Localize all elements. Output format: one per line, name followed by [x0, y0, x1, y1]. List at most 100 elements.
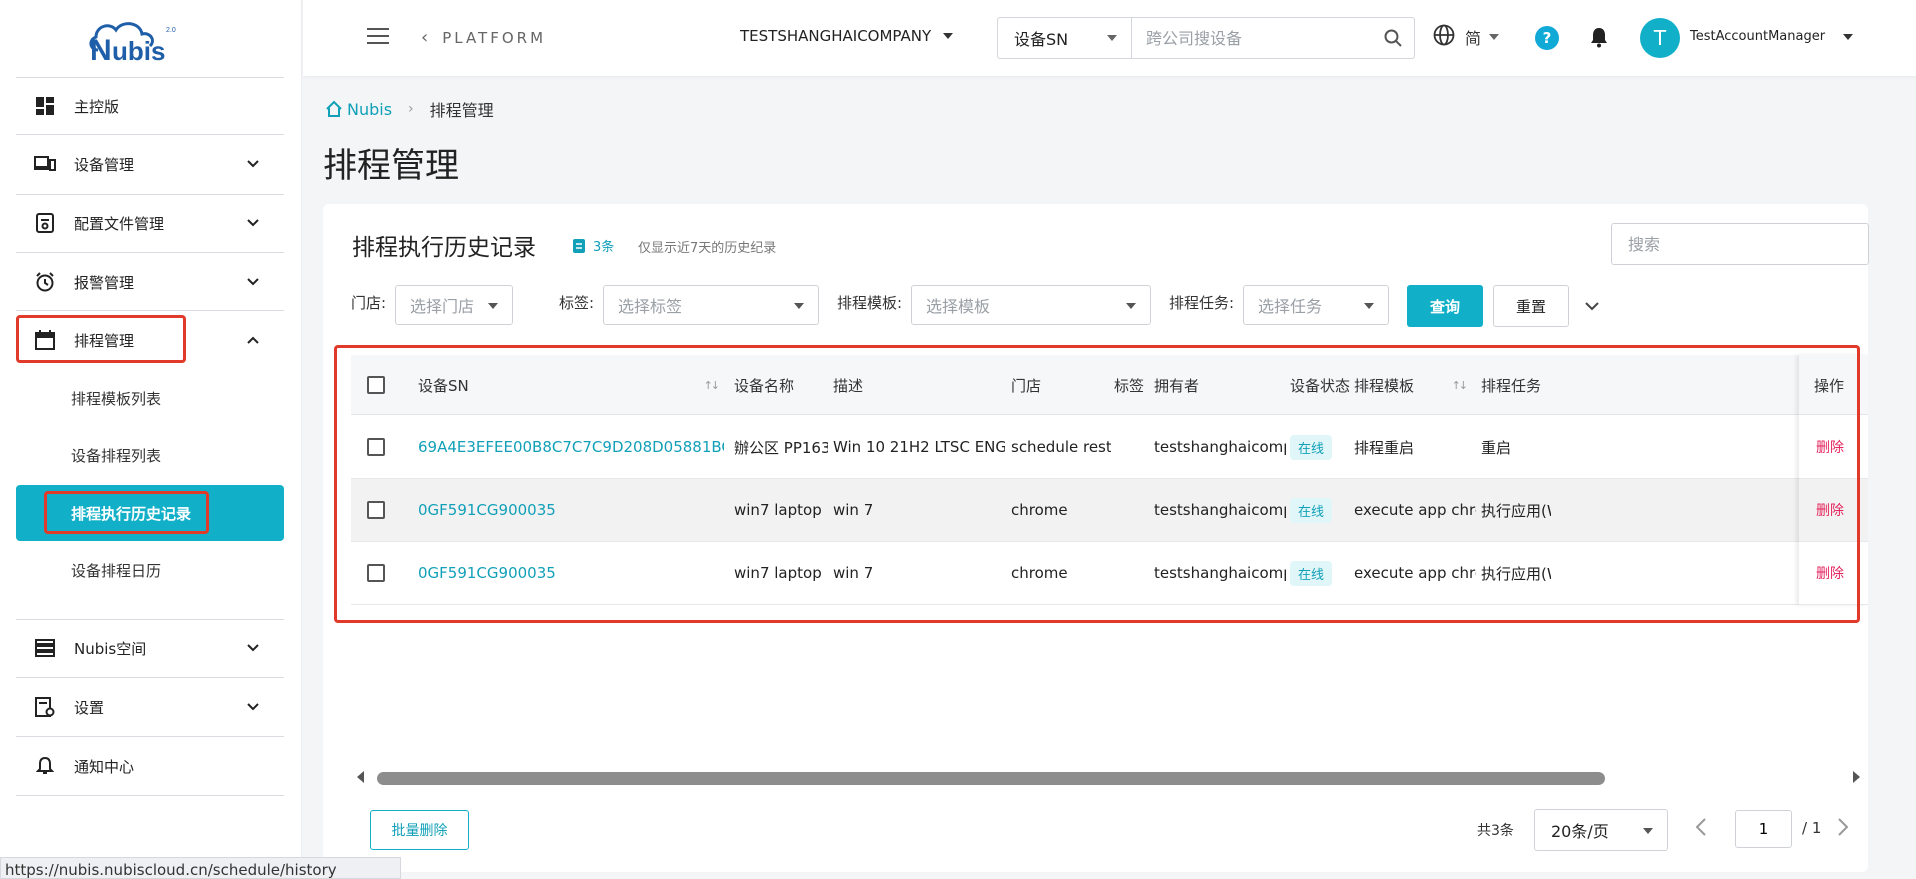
- company-selector[interactable]: TESTSHANGHAICOMPANY: [740, 27, 954, 45]
- platform-back-link[interactable]: ‹ PLATFORM: [421, 27, 546, 48]
- scroll-right-icon[interactable]: [1852, 770, 1862, 788]
- status-bar-url: https://nubis.nubiscloud.cn/schedule/his…: [0, 857, 401, 879]
- nav-divider: [16, 134, 284, 135]
- row-checkbox[interactable]: [367, 501, 385, 519]
- cell-desc: win 7: [833, 501, 874, 519]
- row-select-cell: [367, 416, 385, 478]
- sidebar-item-label: Nubis空间: [74, 639, 147, 658]
- cell-sn[interactable]: 0GF591CG900035: [418, 479, 724, 541]
- device-search-input[interactable]: [1132, 18, 1372, 58]
- sidebar: N ubis 2.0 主控版 设备管理 配置文件管理 报警管理 排程管理 排程模…: [0, 0, 302, 879]
- bell-icon[interactable]: [1589, 26, 1609, 52]
- search-type-select[interactable]: 设备SN: [998, 18, 1132, 58]
- table-search-input[interactable]: [1611, 223, 1869, 265]
- caret-down-icon: [1107, 35, 1117, 41]
- store-filter-placeholder: 选择门店: [410, 297, 475, 316]
- calendar-icon: [34, 329, 56, 351]
- row-checkbox[interactable]: [367, 564, 385, 582]
- next-page-icon[interactable]: [1838, 818, 1849, 840]
- menu-toggle-icon[interactable]: [367, 28, 389, 46]
- template-filter-select[interactable]: 选择模板: [911, 285, 1151, 325]
- sidebar-item-alarms[interactable]: 报警管理: [16, 254, 284, 310]
- sort-icon[interactable]: ↑↓: [1452, 379, 1469, 392]
- prev-page-icon[interactable]: [1695, 818, 1706, 840]
- task-filter-label: 排程任务:: [1169, 294, 1235, 312]
- sidebar-item-dashboard[interactable]: 主控版: [16, 78, 284, 134]
- select-all-checkbox[interactable]: [367, 376, 385, 394]
- chevron-down-icon: [246, 700, 260, 714]
- cell-task: 执行应用(Wir: [1481, 564, 1551, 583]
- select-all-cell: [367, 355, 385, 415]
- cell-status: 在线: [1290, 542, 1333, 604]
- sidebar-item-notifications[interactable]: 通知中心: [16, 738, 284, 794]
- reset-button[interactable]: 重置: [1493, 285, 1569, 327]
- card-title: 排程执行历史记录: [352, 235, 536, 261]
- cell-task: 执行应用(Wir: [1481, 501, 1551, 520]
- cell-status: 在线: [1290, 416, 1333, 478]
- expand-filters-icon[interactable]: [1585, 299, 1599, 315]
- tag-filter-select[interactable]: 选择标签: [603, 285, 819, 325]
- cell-owner: testshanghaicompany: [1154, 564, 1286, 582]
- chevron-down-icon: [246, 216, 260, 230]
- column-header-tag: 标签: [1114, 376, 1145, 395]
- scrollbar-thumb[interactable]: [377, 772, 1605, 785]
- status-badge: 在线: [1290, 434, 1333, 460]
- page-size-select[interactable]: 20条/页: [1534, 809, 1668, 851]
- sidebar-subitem-device-schedule-list[interactable]: 设备排程列表: [16, 427, 284, 483]
- nav-divider: [16, 736, 284, 737]
- sidebar-item-settings[interactable]: 设置: [16, 679, 284, 735]
- delete-link[interactable]: 删除: [1816, 416, 1844, 478]
- store-filter-select[interactable]: 选择门店: [395, 285, 513, 325]
- settings-doc-icon: [34, 696, 56, 718]
- breadcrumb-home[interactable]: Nubis: [325, 100, 392, 119]
- page-title: 排程管理: [323, 146, 459, 186]
- sidebar-subitem-execution-history[interactable]: 排程执行历史记录: [16, 485, 284, 541]
- search-icon[interactable]: [1372, 18, 1414, 58]
- sidebar-item-schedule[interactable]: 排程管理: [16, 312, 284, 368]
- chevron-down-icon: [246, 275, 260, 289]
- language-value: 简: [1465, 29, 1482, 48]
- caret-down-icon: [943, 33, 954, 39]
- page-number-input[interactable]: [1735, 810, 1792, 848]
- breadcrumb: Nubis › 排程管理: [325, 97, 494, 121]
- chevron-left-icon: ‹: [421, 27, 429, 48]
- sort-icon[interactable]: ↑↓: [704, 379, 721, 392]
- cell-tag: [1114, 416, 1150, 478]
- store-filter-label: 门店:: [351, 294, 387, 312]
- help-icon[interactable]: ?: [1535, 26, 1559, 50]
- cell-sn[interactable]: 69A4E3EFEE00B8C7C7C9D208D05881BC945B2BC8: [418, 416, 724, 478]
- table-row[interactable]: 69A4E3EFEE00B8C7C7C9D208D05881BC945B2BC8…: [351, 416, 1868, 479]
- scroll-left-icon[interactable]: [355, 770, 365, 788]
- sidebar-item-devices[interactable]: 设备管理: [16, 136, 284, 192]
- nubis-logo[interactable]: N ubis 2.0: [84, 14, 204, 67]
- sidebar-item-config-files[interactable]: 配置文件管理: [16, 195, 284, 251]
- avatar[interactable]: T: [1640, 18, 1680, 58]
- table-row[interactable]: 0GF591CG900035 win7 laptop win 7 chrome …: [351, 479, 1868, 542]
- cell-sn[interactable]: 0GF591CG900035: [418, 542, 724, 604]
- row-select-cell: [367, 479, 385, 541]
- table-row[interactable]: 0GF591CG900035 win7 laptop win 7 chrome …: [351, 542, 1868, 605]
- sidebar-item-label: 设置: [74, 698, 105, 717]
- batch-delete-button[interactable]: 批量删除: [370, 810, 469, 850]
- row-checkbox[interactable]: [367, 438, 385, 456]
- delete-link[interactable]: 删除: [1816, 542, 1844, 604]
- task-filter-select[interactable]: 选择任务: [1243, 285, 1389, 325]
- user-menu[interactable]: TestAccountManager: [1690, 29, 1854, 44]
- column-header-template[interactable]: 排程模板 ↑↓: [1354, 355, 1469, 415]
- cell-name: 辦公区 PP1635: [734, 438, 828, 457]
- sidebar-subitem-template-list[interactable]: 排程模板列表: [16, 370, 284, 426]
- history-note: 仅显示近7天的历史纪录: [638, 241, 777, 256]
- sidebar-item-label: 报警管理: [74, 273, 135, 292]
- cell-owner: testshanghaicompany: [1154, 501, 1286, 519]
- cell-task: 重启: [1481, 438, 1512, 457]
- status-badge: 在线: [1290, 560, 1333, 586]
- delete-link[interactable]: 删除: [1816, 479, 1844, 541]
- query-button[interactable]: 查询: [1407, 285, 1483, 327]
- sidebar-item-nubis-space[interactable]: Nubis空间: [16, 620, 284, 676]
- column-header-sn[interactable]: 设备SN ↑↓: [418, 355, 721, 415]
- language-selector[interactable]: 简: [1433, 24, 1500, 50]
- username: TestAccountManager: [1690, 29, 1826, 44]
- sidebar-subitem-schedule-calendar[interactable]: 设备排程日历: [16, 542, 284, 598]
- storage-icon: [34, 637, 56, 659]
- company-name: TESTSHANGHAICOMPANY: [740, 27, 932, 45]
